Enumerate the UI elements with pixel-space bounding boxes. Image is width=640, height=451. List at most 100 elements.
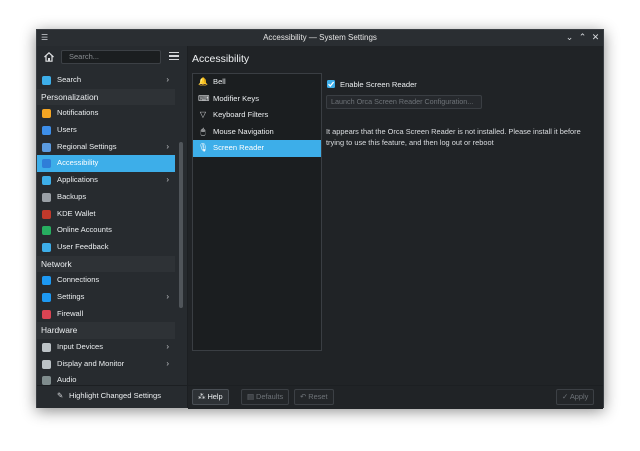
search-input[interactable]: Search... bbox=[61, 50, 161, 64]
sidebar-item-label: Accessibility bbox=[57, 158, 99, 168]
help-label: Help bbox=[207, 392, 223, 401]
sidebar-list: Search › Personalization Notifications Users… bbox=[37, 72, 175, 389]
sidebar-item-backups[interactable]: Backups bbox=[37, 189, 175, 206]
filter-icon: ▽ bbox=[199, 110, 207, 120]
sidebar-item-label: Online Accounts bbox=[57, 225, 112, 235]
chevron-right-icon: › bbox=[166, 342, 169, 351]
chevron-right-icon: › bbox=[166, 358, 169, 368]
subnav-item-modifier-keys[interactable]: ⌨ Modifier Keys bbox=[193, 91, 321, 108]
title-bar[interactable]: ☰ Accessibility — System Settings ⌄ ⌃ ✕ bbox=[37, 30, 603, 47]
subnav-item-label: Modifier Keys bbox=[213, 93, 260, 103]
defaults-icon: ▤ bbox=[247, 392, 254, 401]
chevron-right-icon: › bbox=[166, 175, 169, 185]
sidebar-category-header: Hardware bbox=[37, 322, 175, 339]
chevron-right-icon: › bbox=[166, 141, 169, 151]
sidebar-toolbar: Search... bbox=[37, 46, 187, 70]
highlight-changed-settings-button[interactable]: ✎ Highlight Changed Settings bbox=[57, 391, 161, 400]
accessibility-subnav: 🔔 Bell ⌨ Modifier Keys ▽ Keyboard Filters 🖱 Mou… bbox=[192, 73, 322, 351]
sidebar-category-header: Personalization bbox=[37, 88, 175, 106]
chevron-right-icon: › bbox=[166, 291, 169, 301]
sidebar-item-input-devices[interactable]: Input Devices › bbox=[37, 339, 175, 356]
users-icon bbox=[42, 126, 51, 136]
microphone-icon: 🎙 bbox=[198, 143, 209, 153]
network-settings-icon bbox=[42, 292, 51, 302]
bell-icon: 🔔 bbox=[198, 77, 208, 86]
help-button[interactable]: ⁂ Help bbox=[192, 389, 229, 405]
sidebar-item-kde-wallet[interactable]: KDE Wallet bbox=[37, 206, 175, 223]
subnav-item-label: Screen Reader bbox=[213, 143, 265, 153]
sidebar-category-header: Network bbox=[37, 255, 175, 273]
bottom-button-bar: ⁂ Help ▤ Defaults ↶ Reset ✓ Apply bbox=[188, 385, 603, 409]
chevron-right-icon: › bbox=[166, 75, 169, 84]
defaults-label: Defaults bbox=[256, 392, 284, 401]
search-icon bbox=[42, 76, 51, 85]
page-title: Accessibility bbox=[192, 53, 250, 65]
subnav-item-mouse-navigation[interactable]: 🖱 Mouse Navigation bbox=[193, 124, 321, 141]
applications-icon bbox=[42, 176, 51, 186]
subnav-item-label: Mouse Navigation bbox=[213, 126, 274, 136]
highlight-label: Highlight Changed Settings bbox=[69, 391, 162, 400]
help-icon: ⁂ bbox=[198, 392, 206, 401]
sidebar-item-label: Notifications bbox=[57, 108, 99, 118]
sidebar-item-applications[interactable]: Applications › bbox=[37, 172, 175, 189]
close-icon[interactable]: ✕ bbox=[590, 32, 601, 43]
sidebar-item-label: User Feedback bbox=[57, 241, 109, 251]
sidebar-scrollbar[interactable] bbox=[179, 142, 183, 308]
feedback-icon bbox=[42, 242, 51, 252]
sidebar-item-search[interactable]: Search › bbox=[37, 72, 175, 89]
subnav-item-keyboard-filters[interactable]: ▽ Keyboard Filters bbox=[193, 107, 321, 124]
online-accounts-icon bbox=[42, 226, 51, 236]
sidebar-item-settings[interactable]: Settings › bbox=[37, 289, 175, 306]
sidebar-item-label: Settings bbox=[57, 291, 85, 301]
sidebar-item-label: Connections bbox=[57, 275, 100, 285]
sidebar-item-display-and-monitor[interactable]: Display and Monitor › bbox=[37, 356, 175, 373]
sidebar-footer: ✎ Highlight Changed Settings bbox=[37, 385, 187, 408]
subnav-item-screen-reader[interactable]: 🎙 Screen Reader bbox=[193, 140, 321, 157]
reset-label: Reset bbox=[308, 392, 328, 401]
home-icon[interactable] bbox=[43, 51, 55, 63]
sidebar-item-label: Backups bbox=[57, 191, 87, 201]
apply-label: Apply bbox=[569, 392, 589, 401]
regional-icon bbox=[42, 142, 51, 152]
subnav-item-label: Keyboard Filters bbox=[213, 110, 269, 120]
pencil-icon: ✎ bbox=[57, 391, 64, 400]
content-area: Accessibility 🔔 Bell ⌨ Modifier Keys ▽ Keyboa… bbox=[188, 46, 603, 408]
defaults-button[interactable]: ▤ Defaults bbox=[241, 389, 290, 405]
minimize-icon[interactable]: ⌄ bbox=[564, 32, 575, 43]
launch-orca-button[interactable]: Launch Orca Screen Reader Configuration.… bbox=[326, 95, 482, 109]
sidebar-item-accessibility[interactable]: Accessibility bbox=[37, 155, 175, 173]
sidebar-item-notifications[interactable]: Notifications bbox=[37, 105, 175, 122]
wallet-icon bbox=[42, 209, 51, 219]
input-devices-icon bbox=[42, 343, 51, 352]
sidebar-item-regional-settings[interactable]: Regional Settings › bbox=[37, 139, 175, 156]
bell-icon bbox=[42, 109, 51, 119]
sidebar-item-user-feedback[interactable]: User Feedback bbox=[37, 239, 175, 256]
maximize-icon[interactable]: ⌃ bbox=[577, 32, 588, 43]
mouse-icon: 🖱 bbox=[200, 126, 206, 136]
reset-icon: ↶ bbox=[300, 392, 307, 401]
enable-screen-reader-label: Enable Screen Reader bbox=[340, 80, 417, 89]
enable-screen-reader-row[interactable]: Enable Screen Reader bbox=[327, 80, 417, 89]
orca-not-installed-message: It appears that the Orca Screen Reader i… bbox=[326, 127, 581, 147]
apply-button[interactable]: ✓ Apply bbox=[556, 389, 595, 405]
sidebar-item-online-accounts[interactable]: Online Accounts bbox=[37, 222, 175, 239]
sidebar-item-connections[interactable]: Connections bbox=[37, 272, 175, 289]
sidebar-item-label: Display and Monitor bbox=[57, 358, 125, 368]
hamburger-menu-icon[interactable] bbox=[169, 52, 179, 62]
apply-check-icon: ✓ bbox=[562, 392, 569, 401]
accessibility-icon bbox=[42, 159, 51, 169]
firewall-icon bbox=[42, 309, 51, 319]
sidebar-item-label: Audio bbox=[57, 375, 77, 385]
reset-button[interactable]: ↶ Reset bbox=[294, 389, 334, 405]
enable-screen-reader-checkbox[interactable] bbox=[327, 80, 335, 88]
connections-icon bbox=[42, 276, 51, 286]
sidebar-item-label: KDE Wallet bbox=[57, 208, 96, 218]
sidebar-item-label: Search bbox=[57, 75, 82, 84]
sidebar: Search... Search › Personalization Notifica… bbox=[37, 46, 188, 408]
sidebar-item-firewall[interactable]: Firewall bbox=[37, 306, 175, 323]
sidebar-item-label: Input Devices bbox=[57, 342, 104, 351]
sidebar-item-users[interactable]: Users bbox=[37, 122, 175, 139]
subnav-item-bell[interactable]: 🔔 Bell bbox=[193, 74, 321, 91]
sidebar-item-label: Firewall bbox=[57, 308, 84, 318]
window-title: Accessibility — System Settings bbox=[263, 33, 377, 42]
